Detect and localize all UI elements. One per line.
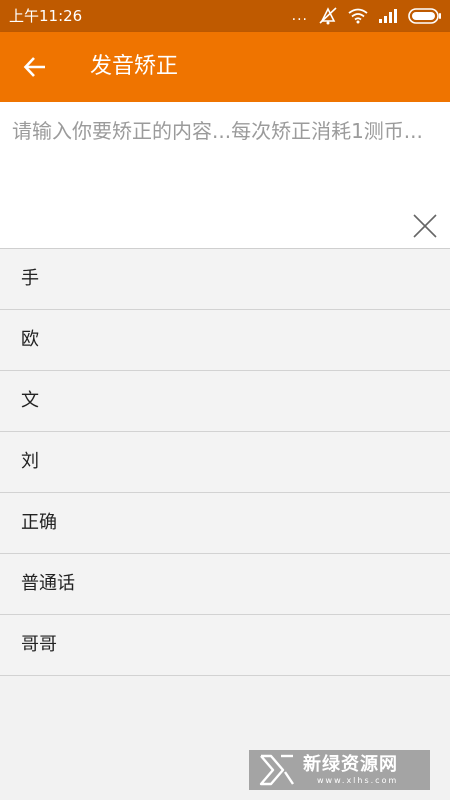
battery-icon <box>408 8 442 24</box>
back-button[interactable] <box>18 50 52 84</box>
status-icons: ... <box>292 7 442 25</box>
app-bar: 发音矫正 <box>0 32 450 102</box>
watermark-text: 新绿资源网 <box>303 754 398 775</box>
watermark-url: www.xlhs.com <box>317 776 399 785</box>
list-item-label: 手 <box>21 268 39 289</box>
watermark: 新绿资源网 www.xlhs.com <box>249 750 430 790</box>
back-arrow-icon <box>23 57 45 77</box>
page-title: 发音矫正 <box>90 54 179 79</box>
status-time: 上午11:26 <box>9 7 83 25</box>
list-item[interactable]: 手 <box>0 249 450 310</box>
watermark-text-wrap: 新绿资源网 www.xlhs.com <box>303 754 398 786</box>
list-item[interactable]: 普通话 <box>0 554 450 615</box>
watermark-logo-icon <box>259 754 294 786</box>
history-list: 手 欧 文 刘 正确 普通话 哥哥 <box>0 249 450 676</box>
wifi-icon <box>348 8 368 24</box>
signal-icon <box>378 8 398 24</box>
list-item[interactable]: 欧 <box>0 310 450 371</box>
correction-text-input[interactable] <box>12 116 436 236</box>
list-item-label: 欧 <box>21 329 39 350</box>
list-item[interactable]: 文 <box>0 371 450 432</box>
list-item-label: 正确 <box>21 512 57 533</box>
clear-button[interactable] <box>411 212 439 240</box>
more-notifications-indicator: ... <box>291 8 308 24</box>
list-item[interactable]: 刘 <box>0 432 450 493</box>
list-item-label: 刘 <box>21 451 39 472</box>
list-item[interactable]: 哥哥 <box>0 615 450 676</box>
list-item[interactable]: 正确 <box>0 493 450 554</box>
correction-input-area <box>0 102 450 248</box>
status-bar: 上午11:26 ... <box>0 0 450 32</box>
list-item-label: 普通话 <box>21 573 75 594</box>
list-item-label: 文 <box>21 390 39 411</box>
list-item-label: 哥哥 <box>21 634 57 655</box>
close-icon <box>413 214 437 238</box>
mute-icon <box>318 7 338 25</box>
